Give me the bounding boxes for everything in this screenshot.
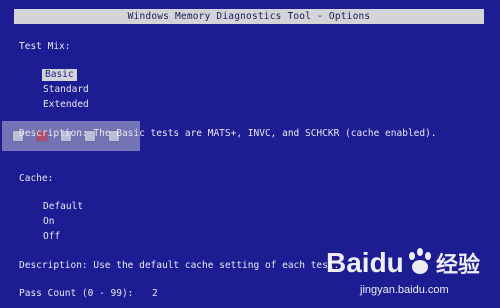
watermark: Baidu 经验 jingyan.baidu.com (324, 236, 494, 304)
cache-option-off[interactable]: Off (43, 231, 60, 243)
paw-icon (409, 248, 431, 274)
pass-count-label: Pass Count (0 - 99): (19, 288, 134, 299)
watermark-url: jingyan.baidu.com (360, 284, 449, 296)
cache-option-on[interactable]: On (43, 216, 54, 228)
test-mix-option-basic[interactable]: Basic (42, 69, 77, 81)
pass-count-input[interactable]: 2 (152, 288, 158, 300)
baidu-logo-icon: Baidu 经验 (326, 247, 480, 278)
window-title: Windows Memory Diagnostics Tool - Option… (14, 9, 484, 24)
cache-option-default[interactable]: Default (43, 201, 83, 213)
test-mix-option-extended[interactable]: Extended (43, 99, 89, 111)
cache-label: Cache: (19, 173, 54, 184)
memory-diagnostics-options-screen: Windows Memory Diagnostics Tool - Option… (0, 0, 500, 308)
test-mix-option-standard[interactable]: Standard (43, 84, 89, 96)
test-mix-description: Description: The Basic tests are MATS+, … (19, 128, 437, 139)
watermark-logo-cn: 经验 (436, 252, 480, 278)
test-mix-label: Test Mix: (19, 41, 71, 52)
cache-description: Description: Use the default cache setti… (19, 260, 340, 271)
watermark-logo-text: Baidu (326, 247, 404, 278)
